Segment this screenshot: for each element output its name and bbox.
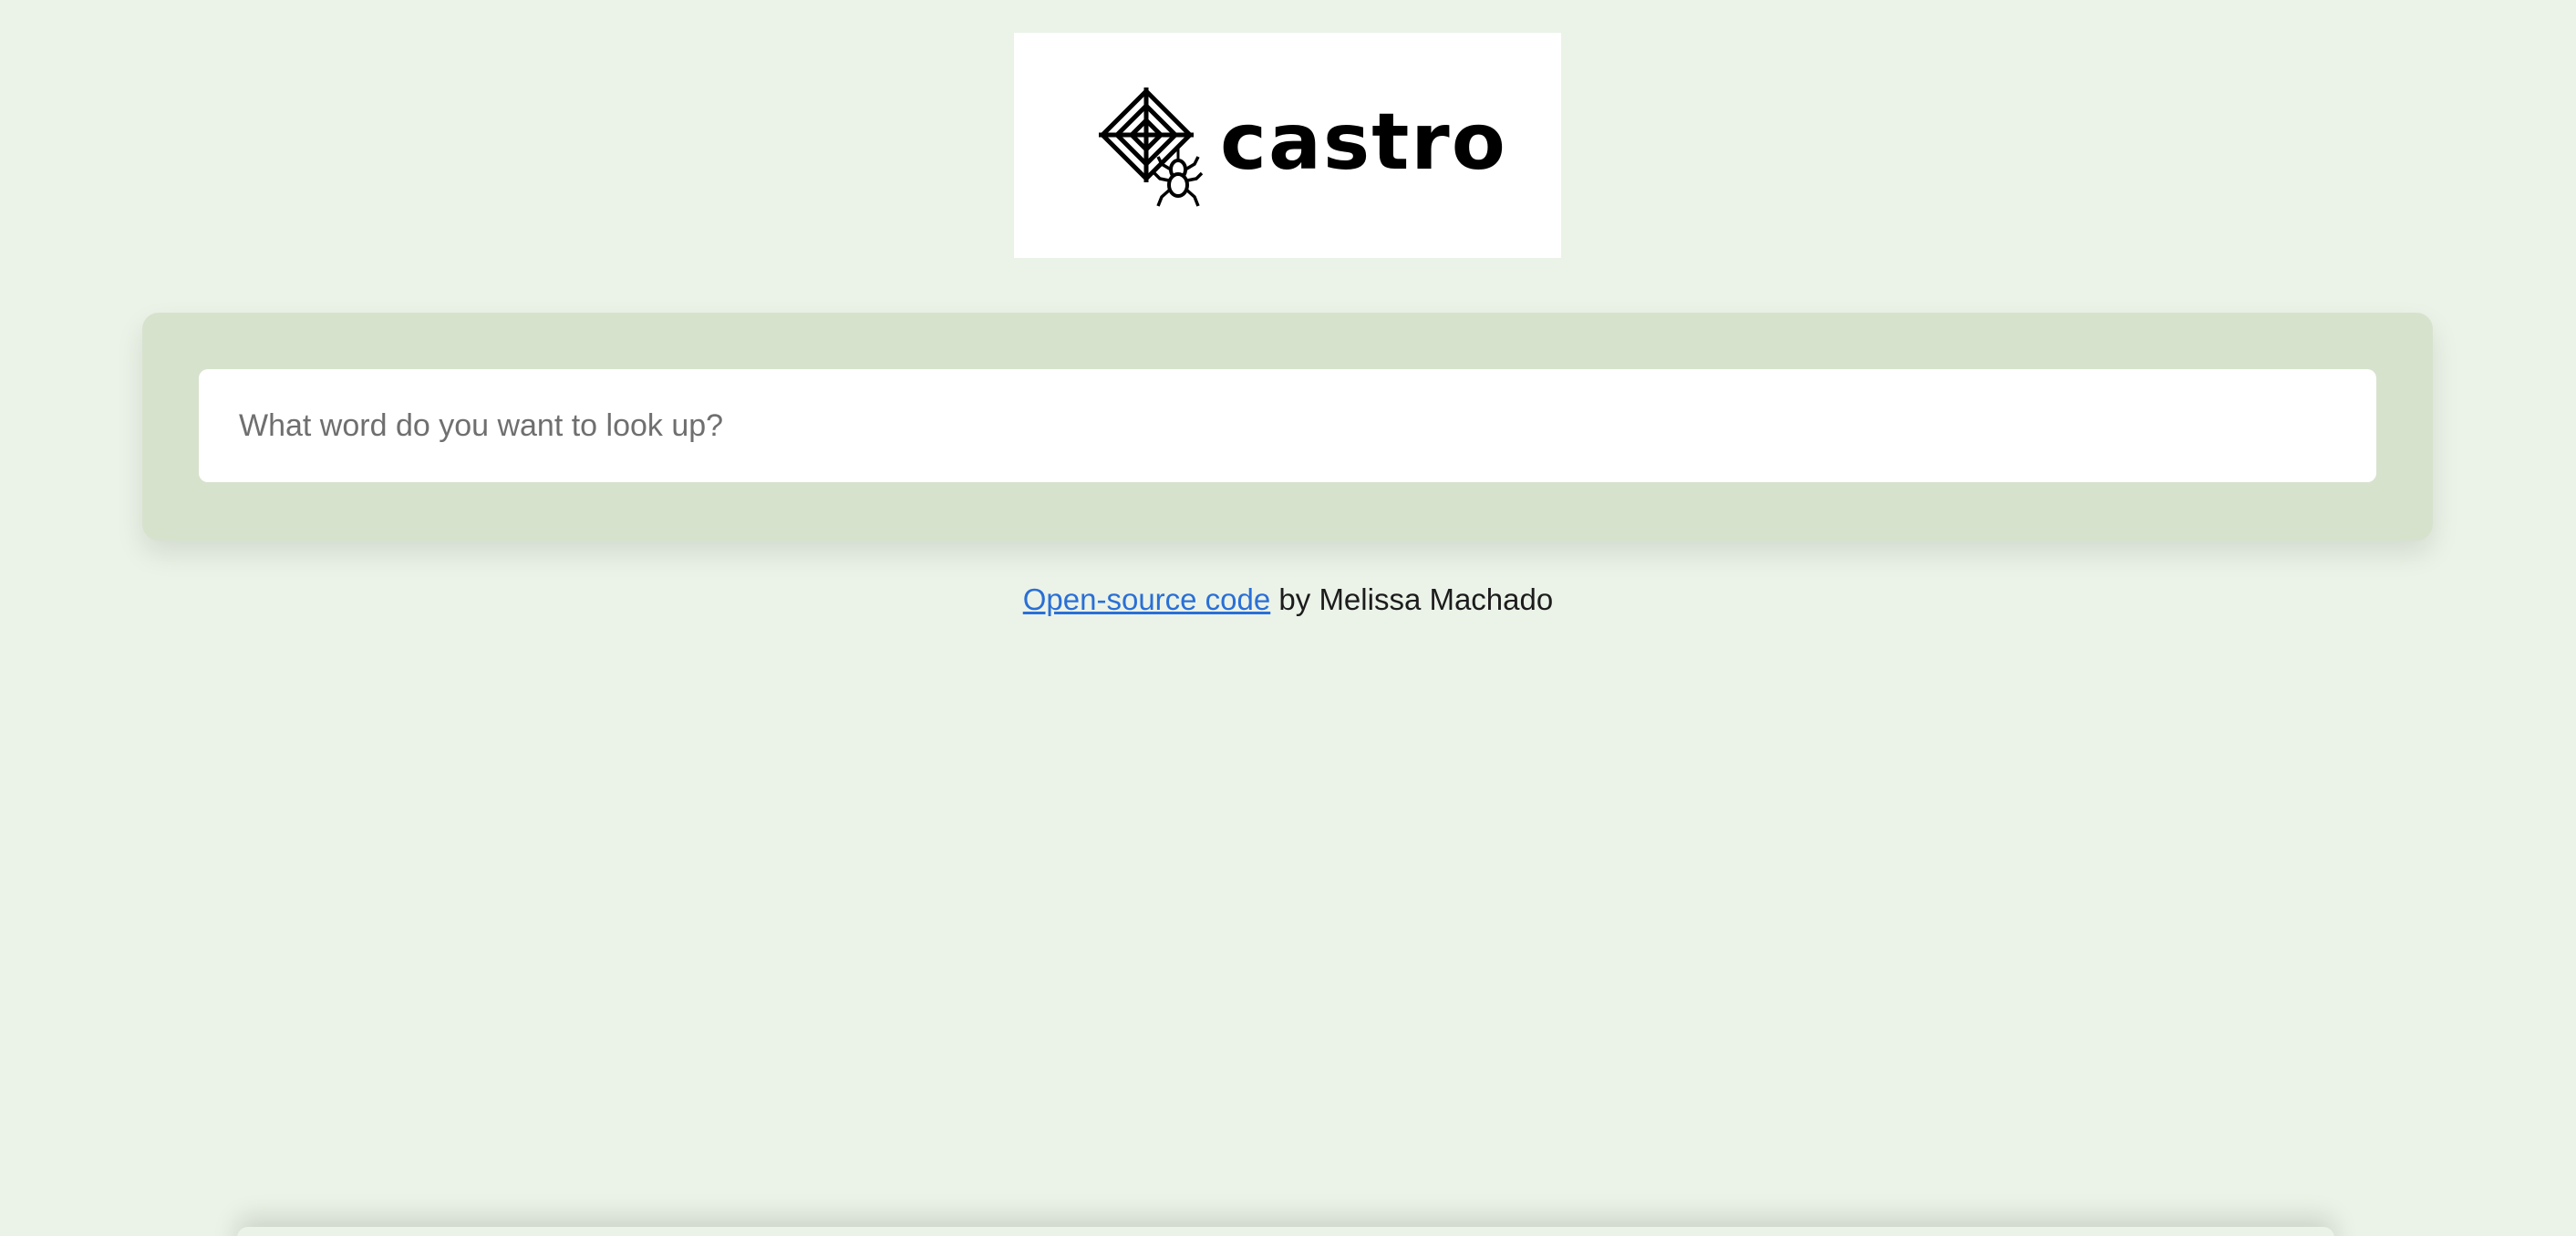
footer-credit: Open-source code by Melissa Machado [0, 578, 2576, 622]
footer-author-text: by Melissa Machado [1270, 582, 1554, 616]
bottom-panel-edge [237, 1227, 2334, 1236]
page: castro Open-source code by Melissa Macha… [0, 0, 2576, 1236]
logo: castro [1014, 33, 1561, 258]
open-source-code-link[interactable]: Open-source code [1023, 582, 1271, 616]
search-panel [142, 313, 2433, 541]
logo-text: castro [1220, 97, 1507, 188]
search-input[interactable] [199, 369, 2376, 482]
spider-web-icon [1099, 88, 1204, 207]
